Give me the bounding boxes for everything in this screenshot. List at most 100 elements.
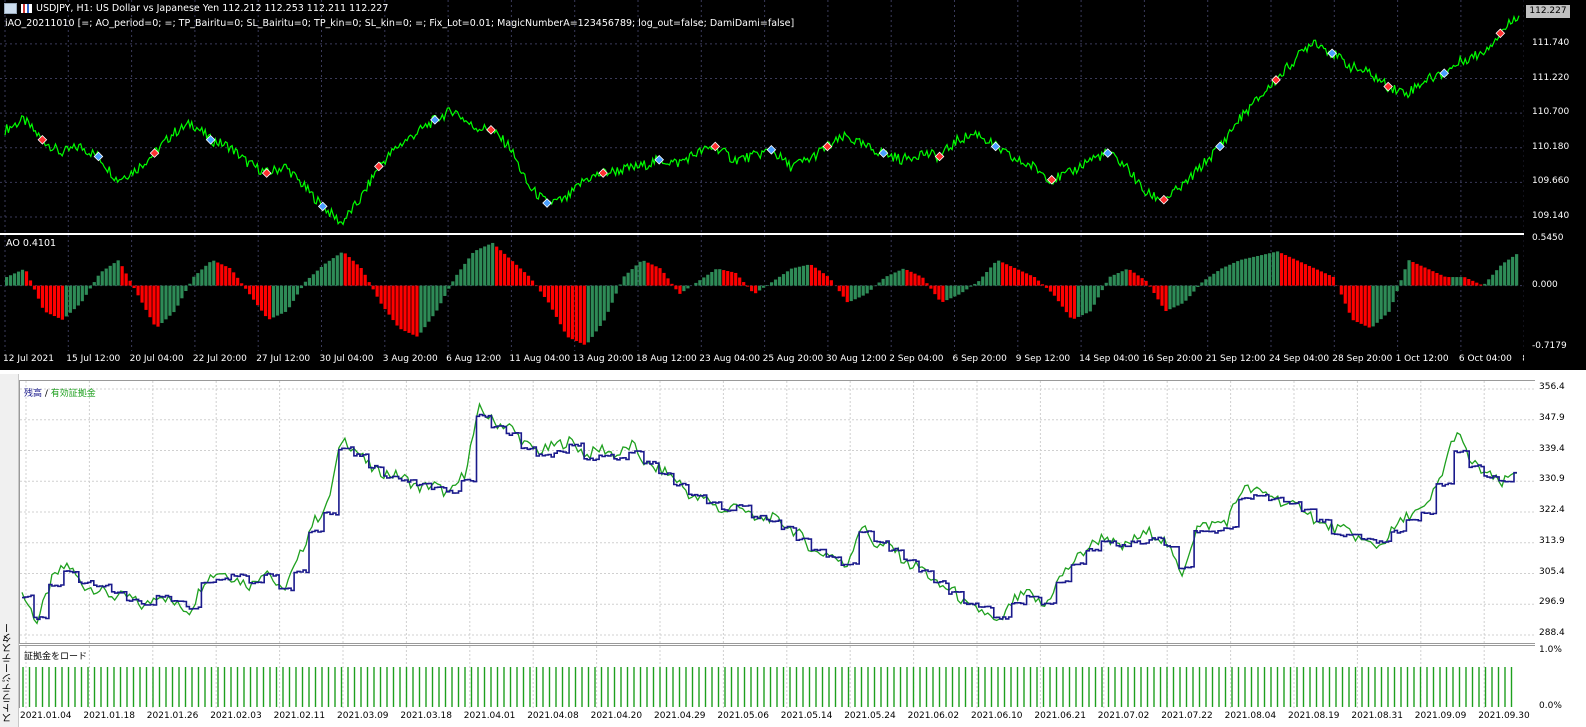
balance-line <box>22 413 1517 621</box>
ao-bar <box>650 264 654 286</box>
balance-axis-label: 288.4 <box>1539 628 1565 638</box>
ao-bar <box>1287 256 1292 286</box>
date-axis-label: 2021.07.02 <box>1097 711 1150 721</box>
ao-bar <box>224 266 228 286</box>
ao-bar <box>1260 255 1264 286</box>
ao-bar <box>1303 264 1308 286</box>
date-axis-label: 2021.05.24 <box>844 711 896 721</box>
ao-bar <box>937 285 941 300</box>
ao-bar <box>1220 268 1224 286</box>
margin-load-pane[interactable]: 証拠金をロード <box>19 645 1536 710</box>
ao-bar <box>359 268 363 286</box>
ao-bar <box>1395 285 1399 292</box>
balance-legend: 残高 / 有効証拠金 <box>24 386 96 399</box>
ao-bar <box>1499 265 1503 286</box>
ao-bar <box>1240 259 1244 286</box>
ao-bar <box>331 258 335 286</box>
chart-window-icon <box>4 3 17 14</box>
time-axis-label: 11 Aug 04:00 <box>509 354 571 364</box>
time-axis-label: 22 Jul 20:00 <box>192 354 247 364</box>
time-axis-label: 25 Aug 20:00 <box>762 354 824 364</box>
ao-bar <box>44 285 49 313</box>
ao-bar <box>897 270 901 286</box>
ao-bar <box>1188 285 1192 297</box>
ao-bar <box>789 268 794 286</box>
ao-bar <box>371 285 375 290</box>
ao-bar <box>1168 285 1172 310</box>
ao-bar <box>626 272 630 286</box>
time-axis-label: 9 Sep 12:00 <box>1015 354 1071 364</box>
ao-bar <box>60 285 64 320</box>
ao-bar <box>714 269 718 286</box>
date-axis-label: 2021.04.08 <box>527 711 579 721</box>
ao-bar <box>598 285 602 326</box>
ao-bar <box>1343 285 1347 304</box>
ao-bar <box>1503 262 1507 286</box>
ao-bar <box>817 270 821 286</box>
ao-bar <box>1108 276 1112 286</box>
ao-bar <box>961 285 965 293</box>
margin-label: 証拠金をロード <box>24 652 88 662</box>
ao-bar <box>825 275 829 286</box>
ao-bar <box>395 285 399 326</box>
ao-bar <box>16 271 21 286</box>
ao-bar <box>865 285 869 294</box>
ao-bar <box>1016 269 1021 286</box>
ao-bar <box>945 285 949 301</box>
ao-bar <box>893 272 897 286</box>
ao-bar <box>411 285 415 335</box>
price-axis: 112.227 111.740 111.220 110.700 110.180 109.… <box>1524 0 1586 370</box>
ao-bar <box>132 285 136 289</box>
ao-bar <box>981 276 985 286</box>
ao-bar <box>702 277 706 286</box>
ao-bar <box>905 269 909 286</box>
legend-separator: / <box>42 389 51 399</box>
ao-bar <box>933 285 937 295</box>
ao-bar <box>1311 267 1316 286</box>
tester-sidebar[interactable]: ストラテジーテスター <box>0 374 19 727</box>
ao-bar <box>1319 271 1323 286</box>
ao-bar <box>777 276 782 286</box>
ao-bar <box>315 270 319 286</box>
ao-indicator-pane[interactable]: AO 0.4101 <box>0 235 1524 351</box>
ao-bar <box>1283 255 1288 286</box>
ao-bar <box>726 270 730 286</box>
ao-bar <box>849 285 853 302</box>
ao-bar <box>279 285 284 314</box>
ao-bar <box>152 285 156 325</box>
ao-bar <box>1487 279 1491 286</box>
ao-bar <box>765 285 770 286</box>
ao-bar <box>710 271 714 286</box>
ao-bar <box>1447 277 1451 286</box>
ao-bar <box>232 272 236 286</box>
ao-bar <box>574 285 578 342</box>
ao-bar <box>558 285 563 325</box>
ao-bar <box>407 285 411 333</box>
date-axis-label: 2021.05.14 <box>780 711 833 721</box>
ao-bar <box>1347 285 1351 313</box>
ao-bar <box>526 275 531 286</box>
ao-bar <box>837 285 841 292</box>
ao-bar <box>1009 266 1013 286</box>
ao-bar <box>36 285 41 299</box>
balance-axis-label: 305.4 <box>1539 566 1565 577</box>
ao-bar <box>518 268 523 286</box>
ao-bar <box>375 285 379 297</box>
ao-bar <box>1116 273 1120 286</box>
legend-balance: 残高 <box>24 389 43 399</box>
ao-bar <box>662 272 666 286</box>
ao-bar <box>1044 285 1049 288</box>
ao-bar <box>805 264 810 286</box>
time-axis-label: 2 Sep 04:00 <box>889 354 944 364</box>
ao-bar <box>1052 285 1057 296</box>
ao-bar <box>196 273 200 286</box>
price-chart-pane[interactable]: USDJPY, H1: US Dollar vs Japanese Yen 11… <box>0 0 1524 233</box>
balance-chart-pane[interactable]: 残高 / 有効証拠金 <box>19 380 1536 644</box>
ao-bar <box>180 285 184 299</box>
ao-bar <box>1491 274 1495 286</box>
ao-bar <box>259 285 264 311</box>
ao-bar <box>351 260 355 286</box>
ao-bar <box>746 285 750 287</box>
ao-bar <box>1264 254 1268 286</box>
ao-bar <box>1040 284 1045 286</box>
